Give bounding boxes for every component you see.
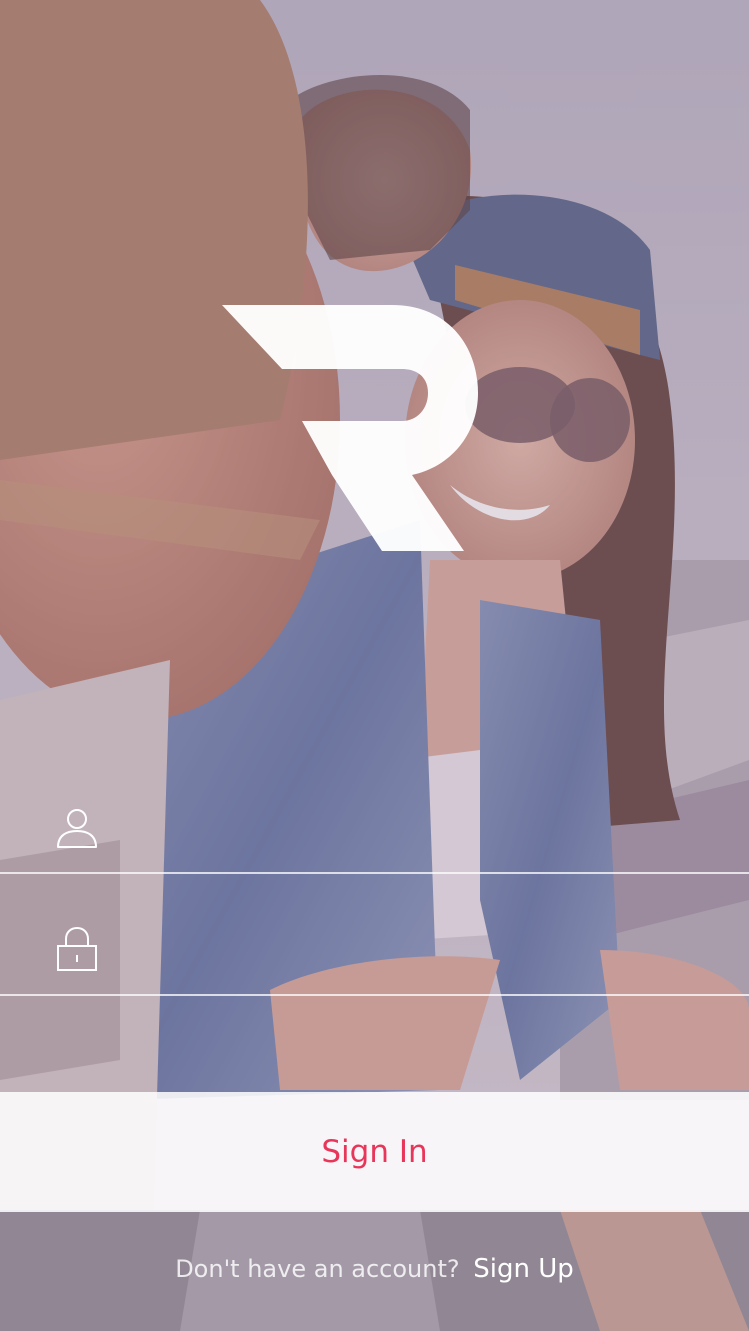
password-field	[0, 874, 749, 996]
lock-icon	[55, 926, 99, 971]
r-logo-icon	[222, 305, 482, 555]
signup-prompt-text: Don't have an account?	[175, 1255, 460, 1283]
signup-prompt: Don't have an account? Sign Up	[0, 1254, 749, 1284]
username-input[interactable]	[130, 802, 719, 854]
username-field	[0, 752, 749, 874]
login-screen: Sign In Don't have an account? Sign Up	[0, 0, 749, 1331]
user-icon	[55, 807, 99, 851]
password-input[interactable]	[130, 924, 719, 976]
sign-up-link[interactable]: Sign Up	[473, 1254, 574, 1284]
sign-in-button[interactable]: Sign In	[0, 1092, 749, 1212]
